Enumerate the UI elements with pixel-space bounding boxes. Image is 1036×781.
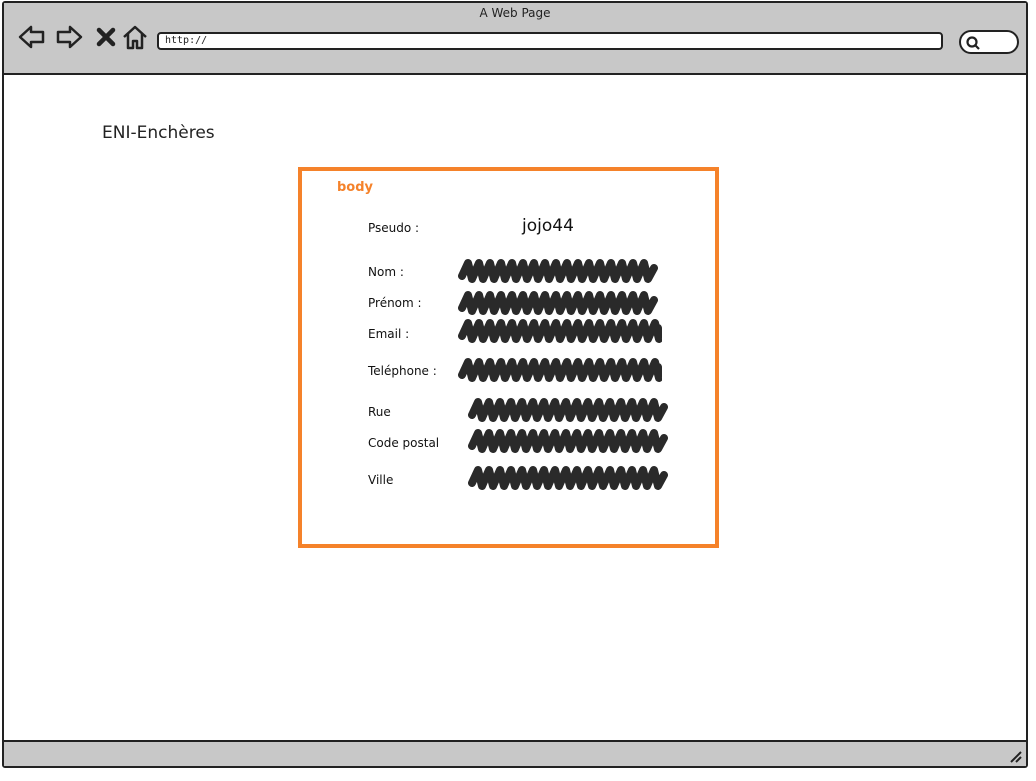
search-icon [966,36,980,50]
home-icon[interactable] [120,23,150,51]
pseudo-label: Pseudo : [368,221,420,235]
field-label-code-postal: Code postal [368,436,440,450]
search-input[interactable] [959,30,1019,54]
resize-grip-icon[interactable] [1008,749,1022,763]
redacted-value-nom [458,259,658,283]
back-arrow-icon[interactable] [17,23,47,51]
field-label-email: Email : [368,327,410,341]
redacted-value-prenom [458,291,658,315]
redacted-value-code-postal [468,429,668,453]
pseudo-value: jojo44 [522,216,574,236]
browser-toolbar: A Web Page http:// [4,3,1026,75]
redacted-value-telephone [458,358,662,382]
url-input[interactable]: http:// [157,32,943,50]
status-bar [4,740,1026,766]
window-title: A Web Page [479,6,551,20]
browser-window: A Web Page http:// ENI-Enchères body Pse… [2,1,1028,768]
redacted-value-email [458,319,662,343]
field-label-rue: Rue [368,405,391,419]
panel-tag: body [337,180,374,195]
site-title: ENI-Enchères [102,123,215,143]
field-label-prenom: Prénom : [368,296,422,310]
redacted-value-ville [468,466,668,490]
close-x-icon[interactable] [92,23,122,51]
field-label-telephone: Teléphone : [368,364,437,378]
field-label-ville: Ville [368,473,394,487]
redacted-value-rue [468,398,668,422]
forward-arrow-icon[interactable] [54,23,84,51]
profile-panel: body Pseudo : jojo44 Nom : Prénom : Emai… [298,167,719,548]
field-label-nom: Nom : [368,265,404,279]
